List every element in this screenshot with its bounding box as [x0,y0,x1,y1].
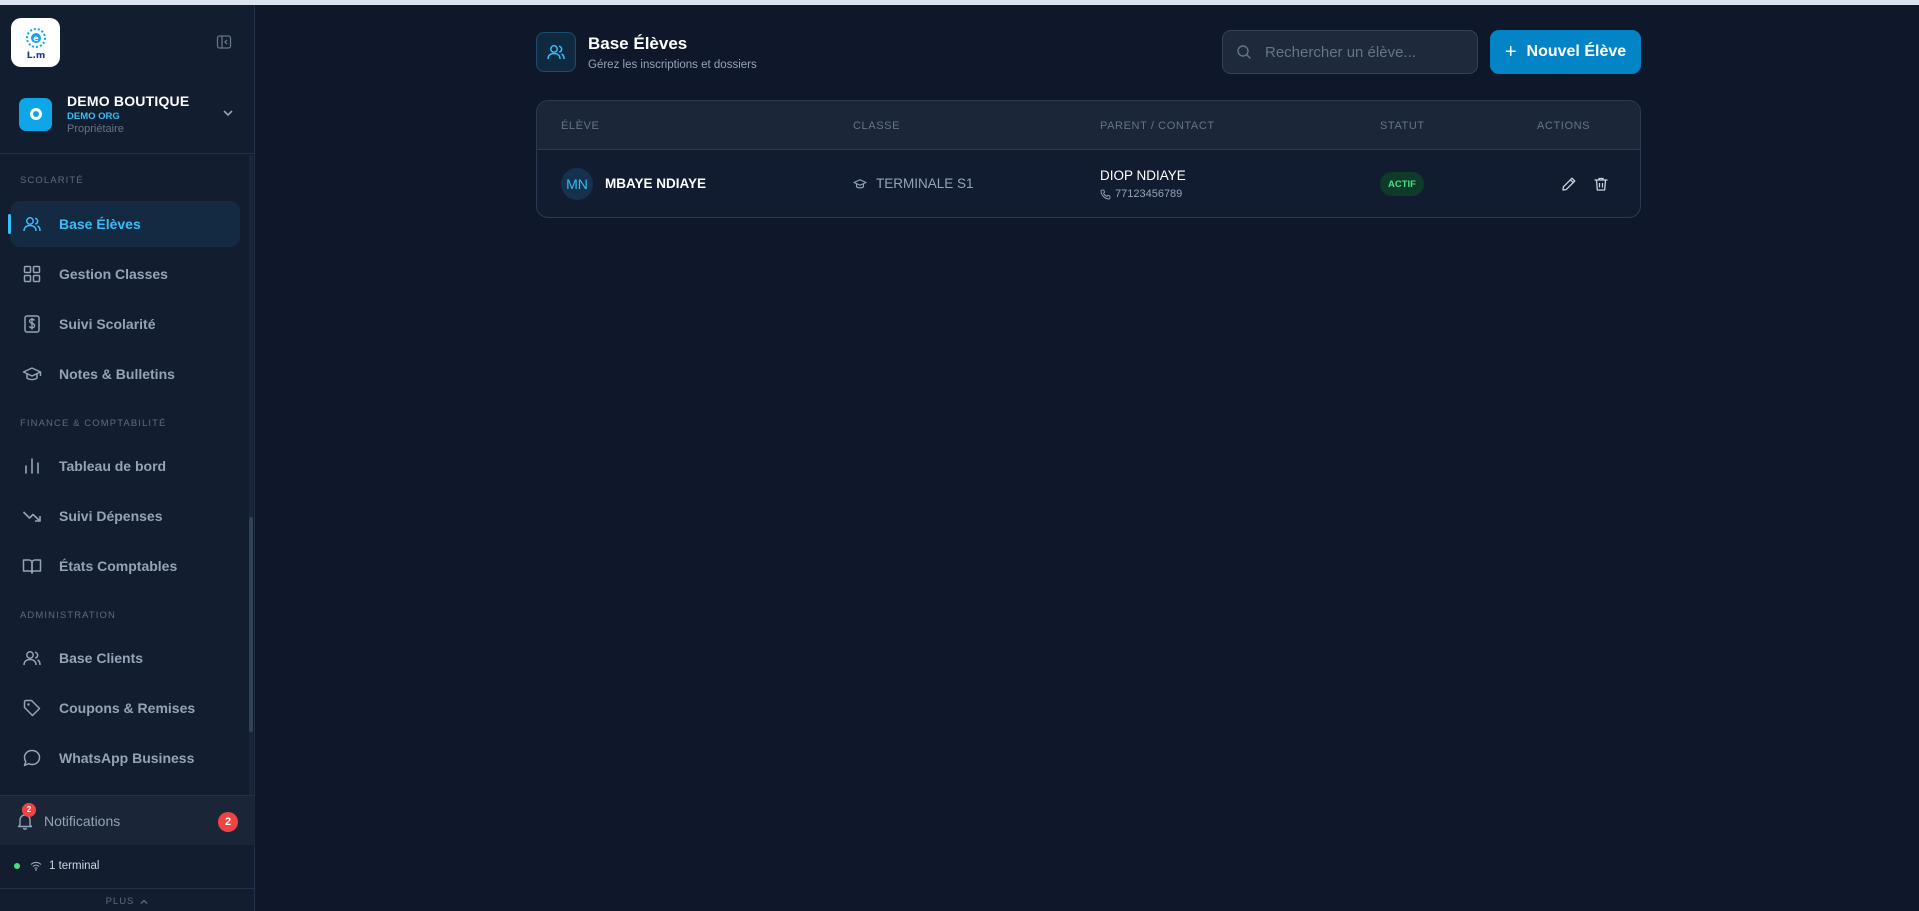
sidebar: e L.m DEMO BOUTIQUE DEMO ORG Propriétair… [0,5,255,911]
sidebar-item-gestion-classes[interactable]: Gestion Classes [10,251,240,297]
collapse-sidebar-button[interactable] [214,32,234,52]
page-subtitle: Gérez les inscriptions et dossiers [588,59,757,71]
sidebar-item-label: Suivi Dépenses [59,508,163,524]
sidebar-item-label: Notes & Bulletins [59,366,175,382]
sidebar-item-label: Suivi Scolarité [59,316,156,332]
wifi-icon [30,861,42,871]
sidebar-item-label: Tableau de bord [59,458,167,474]
sidebar-item-suivi-scolarite[interactable]: Suivi Scolarité [10,301,240,347]
search-input[interactable] [1265,43,1465,61]
sidebar-scrollbar-thumb[interactable] [249,517,253,732]
parent-phone: 77123456789 [1100,188,1182,200]
sidebar-item-label: États Comptables [59,558,178,574]
trash-icon[interactable] [1593,176,1609,192]
users-icon [22,214,42,234]
svg-text:e: e [33,34,39,43]
table-header: ÉLÈVE CLASSE PARENT / CONTACT STATUT ACT… [537,101,1640,150]
org-subtitle: DEMO ORG [67,111,120,122]
students-table: ÉLÈVE CLASSE PARENT / CONTACT STATUT ACT… [536,100,1641,218]
sidebar-item-suivi-depenses[interactable]: Suivi Dépenses [10,493,240,539]
section-title-administration: ADMINISTRATION [20,610,116,621]
sidebar-item-base-clients[interactable]: Base Clients [10,635,240,681]
search-box[interactable] [1222,30,1478,74]
divider [0,153,255,154]
app-logo[interactable]: e L.m [11,18,60,67]
trending-down-icon [22,506,42,526]
logo-icon: e L.m [25,27,46,61]
sidebar-item-base-eleves[interactable]: Base Élèves [8,201,240,247]
table-row[interactable]: MN MBAYE NDIAYE TERMINALE S1 DIOP NDIAYE… [537,150,1640,217]
page-title: Base Élèves [588,34,688,53]
online-status-dot [14,863,20,869]
notifications-label: Notifications [44,812,121,829]
active-indicator [8,214,11,234]
phone-number: 77123456789 [1115,188,1183,200]
search-icon [1237,45,1251,59]
terminal-status: 1 terminal [14,860,100,872]
book-icon [22,556,42,576]
notifications-button[interactable]: 2 Notifications 2 [0,795,255,845]
sidebar-item-coupons-remises[interactable]: Coupons & Remises [10,685,240,731]
sidebar-item-label: Gestion Classes [59,266,168,282]
tag-icon [22,698,42,718]
users-icon [22,648,42,668]
column-header-parent-contact[interactable]: PARENT / CONTACT [1100,120,1215,132]
status-badge: ACTIF [1380,172,1424,196]
sidebar-item-tableau-de-bord[interactable]: Tableau de bord [10,443,240,489]
grid-icon [22,264,42,284]
column-header-classe[interactable]: CLASSE [853,120,900,132]
new-student-button-label: Nouvel Élève [1526,43,1627,60]
sidebar-item-label: Base Élèves [59,216,141,232]
graduation-cap-icon [853,178,867,188]
parent-name: DIOP NDIAYE [1100,168,1186,183]
new-student-button[interactable]: + Nouvel Élève [1490,30,1641,74]
panel-collapse-icon [216,35,232,49]
page-icon [536,32,576,72]
bell-icon: 2 [16,802,36,830]
phone-icon [1100,189,1111,199]
graduation-cap-icon [22,364,42,384]
plus-icon: + [1504,41,1517,63]
users-icon [547,45,565,60]
plus-label: PLUS [105,896,135,907]
org-avatar [19,97,52,131]
org-name: DEMO BOUTIQUE [67,93,190,109]
top-border [0,0,1919,5]
message-icon [22,748,42,768]
sidebar-item-label: WhatsApp Business [59,750,195,766]
org-role: Propriétaire [67,123,124,135]
divider [0,888,255,889]
column-header-actions: ACTIONS [1537,120,1591,132]
org-logo-icon [29,108,42,120]
terminal-label: 1 terminal [49,860,100,872]
column-header-eleve[interactable]: ÉLÈVE [561,120,599,132]
sidebar-item-etats-comptables[interactable]: États Comptables [10,543,240,589]
notifications-count-badge: 2 [218,812,238,832]
column-header-statut[interactable]: STATUT [1380,120,1425,132]
sidebar-item-notes-bulletins[interactable]: Notes & Bulletins [10,351,240,397]
sidebar-item-label: Coupons & Remises [59,700,196,716]
org-switcher[interactable]: DEMO BOUTIQUE DEMO ORG Propriétaire [10,79,245,149]
class-name: TERMINALE S1 [876,176,974,191]
chevron-up-icon [140,899,148,904]
svg-text:L.m: L.m [26,51,45,61]
chevron-down-icon [223,110,233,117]
plus-toggle[interactable]: PLUS [0,896,255,907]
dollar-icon [22,314,42,334]
edit-icon[interactable] [1561,176,1577,192]
avatar: MN [561,168,593,200]
bar-chart-icon [22,456,42,476]
class-cell: TERMINALE S1 [853,176,974,191]
sidebar-item-whatsapp-business[interactable]: WhatsApp Business [10,735,240,781]
section-title-finance: FINANCE & COMPTABILITÉ [20,418,167,429]
student-name: MBAYE NDIAYE [605,176,707,191]
sidebar-item-label: Base Clients [59,650,144,666]
section-title-scolarite: SCOLARITÉ [20,175,84,186]
bell-badge: 2 [22,802,36,817]
